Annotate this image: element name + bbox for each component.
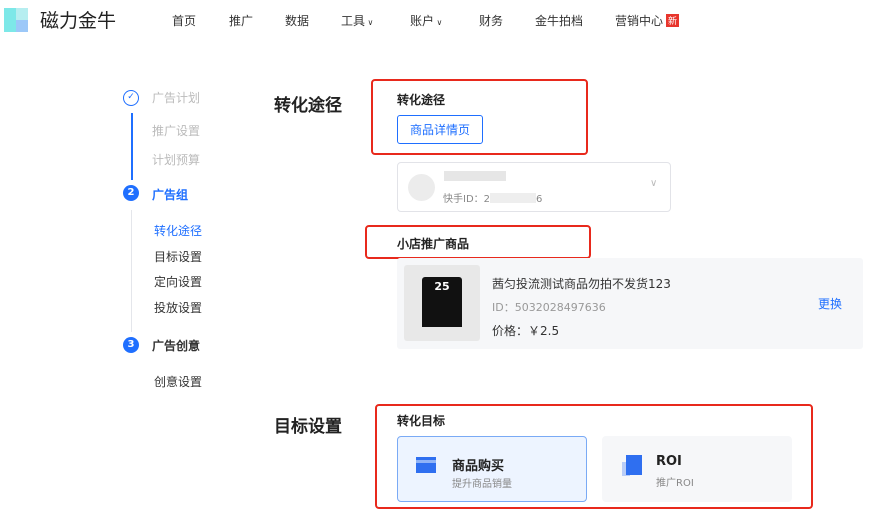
blurred-name: [444, 171, 506, 181]
product-image: 25: [404, 265, 480, 341]
step-ad-creative[interactable]: 广告创意: [152, 337, 200, 354]
step-number: 3: [123, 337, 139, 353]
step-sub[interactable]: 计划预算: [152, 151, 200, 168]
section-title: 目标设置: [274, 417, 342, 437]
goal-subtitle: 提升商品销量: [452, 479, 512, 490]
new-badge: 新: [666, 14, 680, 27]
chart-icon: [626, 455, 642, 475]
goal-subtitle: 推广ROI: [656, 478, 694, 489]
id-suffix: 6: [536, 194, 543, 205]
nav-account[interactable]: 账户 ∨: [410, 12, 442, 29]
nav-finance[interactable]: 财务: [479, 12, 503, 29]
step-sub[interactable]: 创意设置: [154, 373, 202, 390]
product-id: ID：5032028497636: [492, 301, 606, 314]
product-detail-button[interactable]: 商品详情页: [397, 115, 484, 144]
chevron-down-icon: ∨: [650, 178, 658, 189]
nav-home[interactable]: 首页: [172, 12, 196, 29]
tshirt-icon: 25: [422, 277, 462, 327]
goal-option-roi[interactable]: ROI 推广ROI: [602, 436, 792, 502]
product-card: 25 茜匀投流测试商品勿拍不发货123 ID：5032028497636 价格：…: [397, 258, 863, 349]
nav-tools[interactable]: 工具 ∨: [341, 12, 373, 29]
nav-account-label: 账户: [410, 14, 435, 28]
nav-promote[interactable]: 推广: [229, 12, 253, 29]
account-id: 快手ID：2 6: [443, 190, 542, 205]
step-ad-plan[interactable]: 广告计划: [152, 89, 200, 106]
avatar: [408, 174, 435, 201]
field-label: 小店推广商品: [397, 237, 470, 251]
account-select[interactable]: 快手ID：2 6 ∨: [397, 162, 671, 212]
step-line: [131, 113, 133, 180]
nav-partner[interactable]: 金牛拍档: [535, 12, 583, 29]
step-sub-active[interactable]: 转化途径: [154, 222, 202, 239]
step-sub[interactable]: 目标设置: [154, 248, 202, 265]
goal-option-purchase[interactable]: 商品购买 提升商品销量: [397, 436, 587, 502]
blurred-id: [490, 193, 537, 203]
field-label: 转化途径: [397, 93, 446, 107]
field-label: 转化目标: [397, 414, 446, 428]
logo[interactable]: 磁力金牛: [40, 6, 116, 33]
section-title: 转化途径: [274, 96, 342, 116]
id-prefix: 快手ID：2: [443, 194, 491, 205]
card-icon: [416, 457, 436, 473]
chevron-down-icon: ∨: [365, 18, 374, 27]
step-number: 2: [123, 185, 139, 201]
check-icon: ✓: [123, 90, 139, 106]
nav-marketing-label: 营销中心: [615, 14, 664, 28]
nav-data[interactable]: 数据: [285, 12, 309, 29]
step-sub[interactable]: 投放设置: [154, 299, 202, 316]
step-sub[interactable]: 定向设置: [154, 273, 202, 290]
step-line: [131, 210, 132, 332]
product-price: 价格：￥2.5: [492, 324, 560, 338]
logo-icon: [4, 8, 28, 32]
goal-title: ROI: [656, 454, 682, 469]
change-link[interactable]: 更换: [818, 295, 842, 312]
chevron-down-icon: ∨: [434, 18, 443, 27]
goal-title: 商品购买: [452, 459, 505, 474]
nav-marketing[interactable]: 营销中心新: [615, 12, 680, 29]
step-ad-group[interactable]: 广告组: [152, 186, 188, 203]
step-sub[interactable]: 推广设置: [152, 122, 200, 139]
nav-tools-label: 工具: [341, 14, 366, 28]
product-name: 茜匀投流测试商品勿拍不发货123: [492, 277, 671, 291]
